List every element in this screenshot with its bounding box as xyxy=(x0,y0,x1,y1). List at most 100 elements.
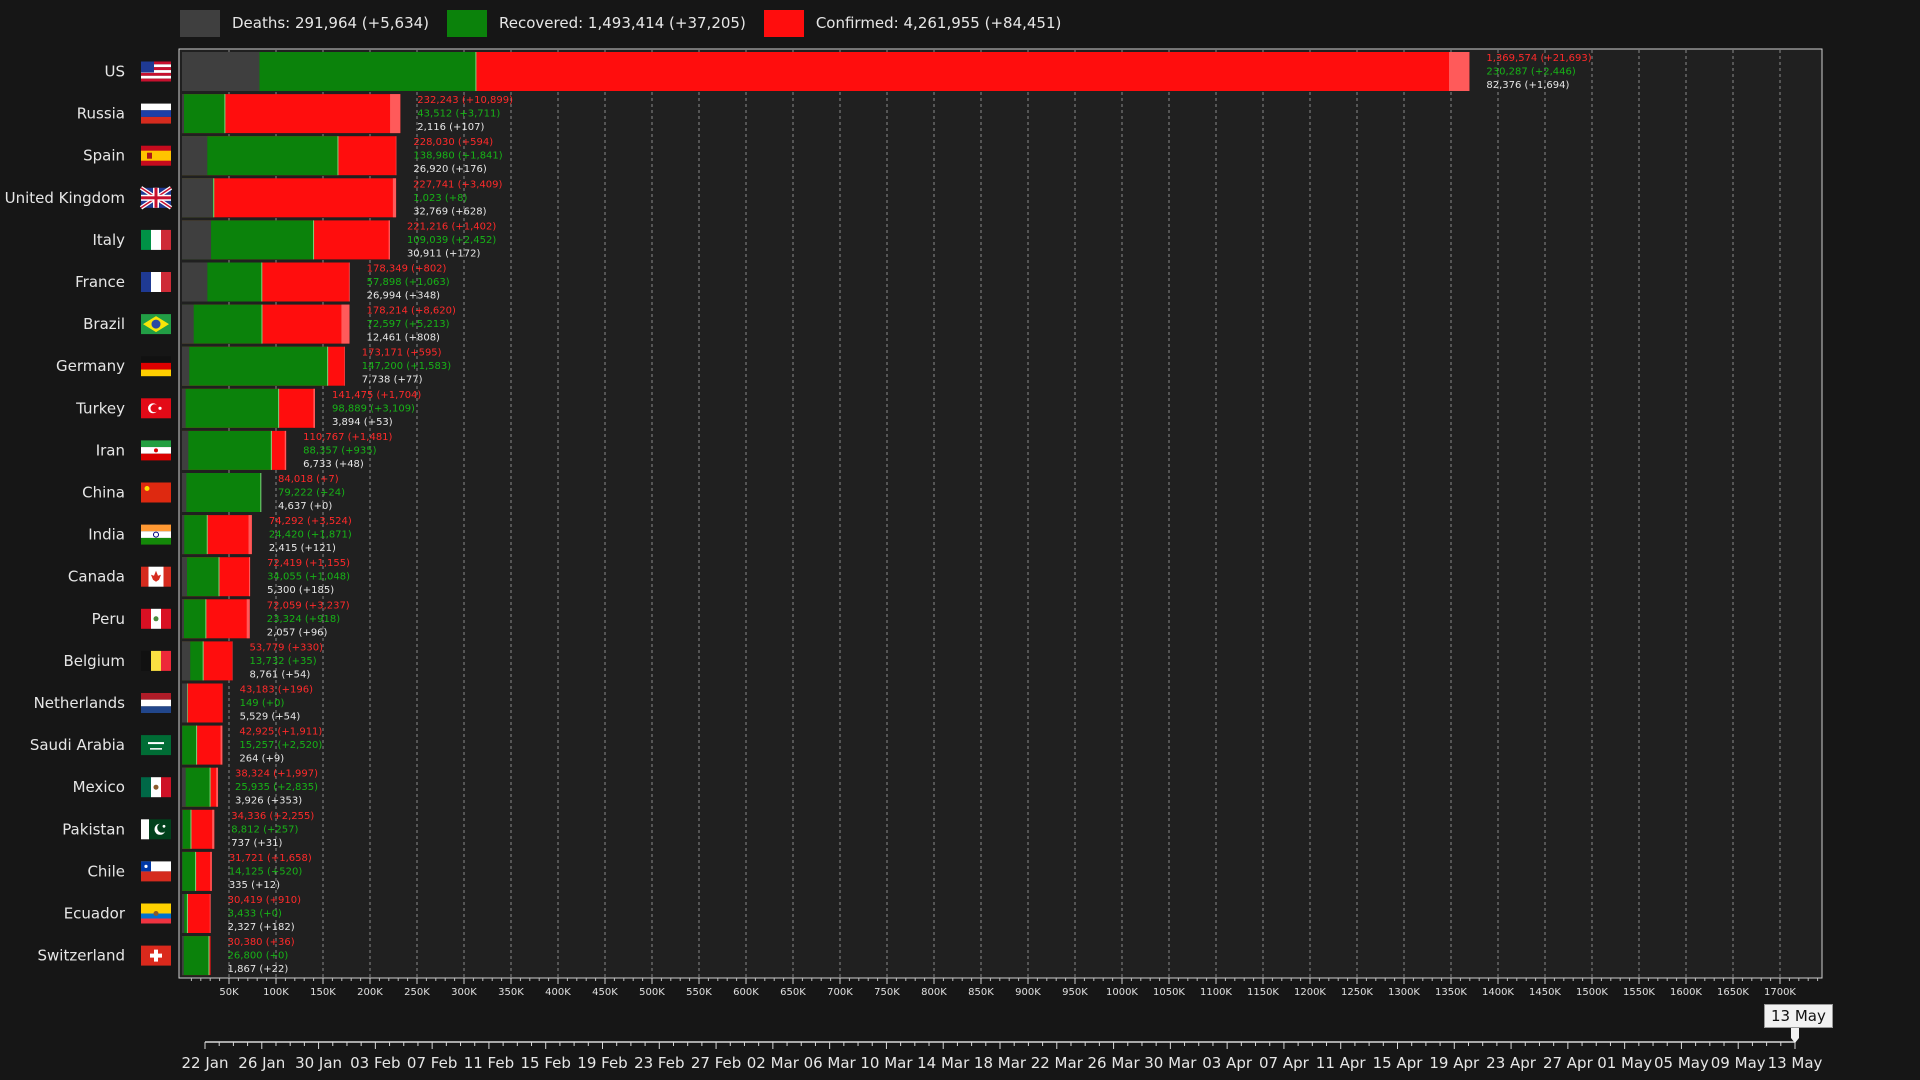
timeline-label: 15 Apr xyxy=(1373,1054,1424,1072)
label-deaths: 32,769 (+628) xyxy=(413,206,487,217)
timeline-label: 27 Feb xyxy=(691,1054,741,1072)
x-tick-label: 1300K xyxy=(1388,987,1420,998)
label-confirmed: 110,767 (+1,481) xyxy=(303,432,392,443)
x-tick-label: 1100K xyxy=(1200,987,1232,998)
label-recovered: 3,433 (+0) xyxy=(228,909,282,920)
label-deaths: 2,116 (+107) xyxy=(417,122,484,133)
label-recovered: 26,800 (+0) xyxy=(228,951,289,962)
bar-recovered xyxy=(182,346,328,386)
label-deaths: 6,733 (+48) xyxy=(303,459,364,470)
x-tick-label: 1700K xyxy=(1764,987,1796,998)
flag-sa-icon xyxy=(141,735,171,756)
x-tick-label: 1200K xyxy=(1294,987,1326,998)
bar-deaths xyxy=(182,262,208,302)
bar-deaths xyxy=(182,557,187,597)
flag-es-icon xyxy=(141,145,171,166)
x-tick-label: 250K xyxy=(404,987,430,998)
label-recovered: 23,324 (+918) xyxy=(267,614,341,625)
timeline-label: 03 Apr xyxy=(1202,1054,1253,1072)
label-confirmed: 72,419 (+1,155) xyxy=(267,558,350,569)
label-confirmed: 232,243 (+10,899) xyxy=(417,95,513,106)
bar-deaths xyxy=(182,94,184,134)
timeline-label: 18 Mar xyxy=(974,1054,1027,1072)
x-tick-label: 150K xyxy=(310,987,336,998)
timeline-label: 19 Apr xyxy=(1429,1054,1480,1072)
bar-deaths xyxy=(182,683,188,723)
label-confirmed: 38,324 (+1,997) xyxy=(235,769,318,780)
bar-confirmed-increase xyxy=(284,430,287,470)
bar-row-ir xyxy=(182,430,287,470)
timeline-label: 11 Apr xyxy=(1316,1054,1367,1072)
timeline-label: 23 Apr xyxy=(1486,1054,1537,1072)
country-label: Belgium xyxy=(64,652,126,670)
label-confirmed: 53,779 (+330) xyxy=(250,642,324,653)
timeline-label: 07 Apr xyxy=(1259,1054,1310,1072)
timeline-label: 07 Feb xyxy=(407,1054,457,1072)
bar-deaths xyxy=(182,178,213,218)
bar-row-pk xyxy=(182,809,215,849)
bar-recovered xyxy=(182,304,262,344)
x-tick-label: 1450K xyxy=(1529,987,1561,998)
timeline-label: 26 Mar xyxy=(1087,1054,1140,1072)
country-labels: US Russia Spain United Kingdom Italy France Br… xyxy=(5,61,173,966)
country-label: Chile xyxy=(87,862,125,880)
country-label: Mexico xyxy=(73,778,125,796)
flag-fr-icon xyxy=(141,272,171,292)
label-confirmed: 221,216 (+1,402) xyxy=(407,221,496,232)
bar-confirmed-increase xyxy=(210,851,212,891)
flag-it-icon xyxy=(141,229,171,250)
country-label: Pakistan xyxy=(62,820,125,838)
x-tick-label: 1350K xyxy=(1435,987,1467,998)
bar-recovered xyxy=(182,430,272,470)
timeline-label: 23 Feb xyxy=(634,1054,684,1072)
label-confirmed: 72,059 (+3,237) xyxy=(267,600,350,611)
bar-row-mx xyxy=(182,767,219,807)
x-tick-label: 1550K xyxy=(1623,987,1655,998)
label-deaths: 264 (+9) xyxy=(239,754,284,765)
country-label: Canada xyxy=(68,568,125,586)
country-label: Italy xyxy=(92,231,125,249)
flag-cn-icon xyxy=(141,482,171,503)
bar-recovered xyxy=(182,809,191,849)
label-confirmed: 178,214 (+8,620) xyxy=(367,306,456,317)
label-recovered: 109,039 (+2,452) xyxy=(407,235,496,246)
bar-confirmed-increase xyxy=(216,767,219,807)
x-tick-label: 550K xyxy=(686,987,712,998)
flag-us-icon xyxy=(141,61,171,82)
bar-deaths xyxy=(182,515,185,555)
timeline-label: 01 May xyxy=(1597,1054,1652,1072)
flag-ru-icon xyxy=(141,103,171,124)
label-recovered: 15,257 (+2,520) xyxy=(239,740,322,751)
bar-row-cn xyxy=(182,473,262,512)
bar-deaths xyxy=(182,388,186,428)
x-tick-label: 1650K xyxy=(1717,987,1749,998)
bar-confirmed-increase xyxy=(390,94,401,134)
current-date-badge: 13 May xyxy=(1764,1004,1833,1028)
x-tick-label: 950K xyxy=(1062,987,1088,998)
label-recovered: 98,889 (+3,109) xyxy=(332,403,415,414)
bar-row-ru xyxy=(182,94,401,134)
country-label: US xyxy=(104,63,125,81)
x-axis: 50K 100K 150K 200K 250K 300K 350K 400K 450K 500K 5… xyxy=(190,978,1819,998)
label-confirmed: 228,030 (+594) xyxy=(413,137,493,148)
flag-ec-icon xyxy=(141,903,171,924)
bar-confirmed-increase xyxy=(248,557,251,597)
country-label: Turkey xyxy=(75,399,125,417)
label-deaths: 12,461 (+808) xyxy=(367,333,441,344)
bar-recovered xyxy=(182,725,197,765)
x-tick-label: 300K xyxy=(451,987,477,998)
timeline-label: 02 Mar xyxy=(747,1054,800,1072)
label-deaths: 26,920 (+176) xyxy=(413,164,487,175)
country-label: Peru xyxy=(92,610,125,628)
bar-deaths xyxy=(182,304,194,344)
x-tick-label: 900K xyxy=(1015,987,1041,998)
bar-row-tr xyxy=(182,388,315,428)
x-tick-label: 400K xyxy=(545,987,571,998)
timeline-label: 14 Mar xyxy=(917,1054,970,1072)
label-deaths: 5,300 (+185) xyxy=(267,585,334,596)
bar-row-gb xyxy=(182,178,397,218)
bar-deaths xyxy=(182,641,191,681)
label-recovered: 34,055 (+1,048) xyxy=(267,572,350,583)
label-recovered: 57,898 (+1,063) xyxy=(367,277,450,288)
label-confirmed: 31,721 (+1,658) xyxy=(229,853,312,864)
